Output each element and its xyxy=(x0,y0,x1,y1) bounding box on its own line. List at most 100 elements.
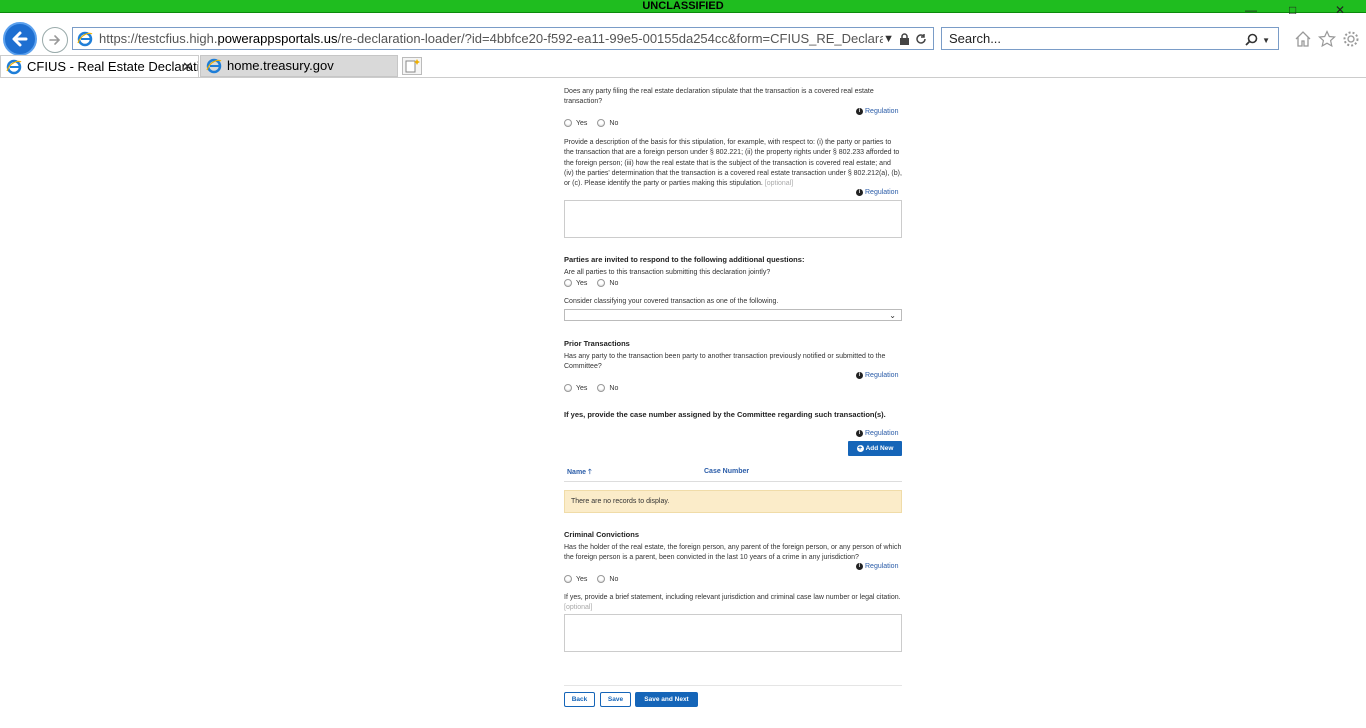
radio-yes[interactable] xyxy=(564,575,572,583)
regulation-link[interactable]: i Regulation xyxy=(856,108,898,115)
info-icon: i xyxy=(856,430,863,437)
url-text[interactable]: https://testcfius.high.powerappsportals.… xyxy=(99,31,883,46)
classification-select[interactable]: ⌄ xyxy=(564,309,902,321)
tab-label: home.treasury.gov xyxy=(227,58,334,73)
prior-transactions-heading: Prior Transactions xyxy=(564,339,630,348)
radio-yes[interactable] xyxy=(564,119,572,127)
radio-no[interactable] xyxy=(597,575,606,583)
radio-yes-label: Yes xyxy=(576,119,588,127)
ie-icon xyxy=(6,59,22,74)
info-icon: i xyxy=(856,563,863,570)
question-jointly: Are all parties to this transaction subm… xyxy=(564,269,771,276)
question-criminal: Has the holder of the real estate, the f… xyxy=(564,544,902,562)
criminal-convictions-heading: Criminal Convictions xyxy=(564,530,640,539)
search-dropdown-icon[interactable]: ▼ xyxy=(1262,36,1270,45)
radio-no-label: No xyxy=(609,119,619,127)
radio-no-label: No xyxy=(609,575,619,583)
table-header-divider xyxy=(564,481,902,482)
search-placeholder: Search... xyxy=(949,31,1002,46)
radio-no-label: No xyxy=(609,279,619,287)
radio-no[interactable] xyxy=(597,279,606,287)
question-criminal-statement: If yes, provide a brief statement, inclu… xyxy=(564,593,902,614)
ie-icon xyxy=(206,58,222,74)
favorites-star-icon[interactable] xyxy=(1318,30,1336,48)
radio-group-stipulation: Yes No xyxy=(564,119,628,127)
arrow-right-icon xyxy=(49,35,61,45)
save-button[interactable]: Save xyxy=(600,692,631,707)
regulation-link[interactable]: i Regulation xyxy=(856,430,898,437)
info-icon: i xyxy=(856,189,863,196)
radio-yes[interactable] xyxy=(564,279,572,287)
footer-divider xyxy=(564,685,902,686)
regulation-link[interactable]: i Regulation xyxy=(856,189,898,196)
column-header-case[interactable]: Case Number xyxy=(704,468,749,475)
radio-no[interactable] xyxy=(597,119,606,127)
forward-button[interactable] xyxy=(42,27,68,53)
tab-treasury[interactable]: home.treasury.gov xyxy=(200,55,398,77)
add-new-button[interactable]: + Add New xyxy=(848,441,902,456)
question-prior: Has any party to the transaction been pa… xyxy=(564,353,886,371)
radio-yes-label: Yes xyxy=(576,575,588,583)
regulation-label: Regulation xyxy=(865,372,899,379)
radio-group-jointly: Yes No xyxy=(564,279,628,287)
additional-questions-heading: Parties are invited to respond to the fo… xyxy=(564,255,805,264)
new-tab-icon xyxy=(405,59,420,73)
tab-divider xyxy=(0,77,1366,78)
search-input[interactable]: Search... ▼ xyxy=(941,27,1279,50)
lock-icon[interactable] xyxy=(899,32,910,45)
tab-cfius[interactable]: CFIUS - Real Estate Declarati... ✕ xyxy=(0,55,199,77)
radio-yes-label: Yes xyxy=(576,279,588,287)
case-number-heading: If yes, provide the case number assigned… xyxy=(564,410,886,419)
tab-close-icon[interactable]: ✕ xyxy=(182,56,193,77)
back-form-button[interactable]: Back xyxy=(564,692,595,707)
plus-circle-icon: + xyxy=(856,445,864,452)
ie-icon xyxy=(77,31,93,46)
tab-bar: CFIUS - Real Estate Declarati... ✕ home.… xyxy=(0,55,1366,77)
browser-toolbar: https://testcfius.high.powerappsportals.… xyxy=(0,14,1366,56)
classification-banner: UNCLASSIFIED xyxy=(0,0,1366,13)
regulation-label: Regulation xyxy=(865,563,899,570)
tab-label: CFIUS - Real Estate Declarati... xyxy=(27,58,199,74)
home-icon[interactable] xyxy=(1294,30,1312,48)
question-stipulation: Does any party filing the real estate de… xyxy=(564,88,874,106)
back-button[interactable] xyxy=(3,22,37,56)
arrow-left-icon xyxy=(12,31,28,47)
refresh-icon[interactable] xyxy=(915,33,927,45)
optional-tag: [optional] xyxy=(764,180,794,188)
optional-tag: [optional] xyxy=(564,604,593,612)
address-bar[interactable]: https://testcfius.high.powerappsportals.… xyxy=(72,27,934,50)
radio-yes[interactable] xyxy=(564,384,572,392)
no-records-message: There are no records to display. xyxy=(564,490,902,513)
regulation-link[interactable]: i Regulation xyxy=(856,563,898,570)
radio-no[interactable] xyxy=(597,384,606,392)
search-icon[interactable] xyxy=(1245,33,1258,46)
url-prefix: https://testcfius.high. xyxy=(99,31,218,46)
regulation-label: Regulation xyxy=(865,189,899,196)
question-description-text: Provide a description of the basis for t… xyxy=(564,139,902,188)
radio-group-prior: Yes No xyxy=(564,384,628,392)
regulation-label: Regulation xyxy=(865,108,899,115)
chevron-down-icon: ⌄ xyxy=(889,311,896,320)
save-and-next-button[interactable]: Save and Next xyxy=(635,692,698,707)
info-icon: i xyxy=(856,108,863,115)
question-description: Provide a description of the basis for t… xyxy=(564,138,902,189)
url-rest: /re-declaration-loader/?id=4bbfce20-f592… xyxy=(337,31,883,46)
url-domain: powerappsportals.us xyxy=(217,31,338,46)
new-tab-button[interactable] xyxy=(402,57,422,75)
radio-no-label: No xyxy=(609,384,619,392)
column-name-label: Name xyxy=(567,469,587,476)
column-header-name[interactable]: Name 🡑 xyxy=(567,468,592,479)
radio-group-criminal: Yes No xyxy=(564,575,628,583)
description-textarea[interactable] xyxy=(564,200,902,238)
dropdown-icon[interactable]: ▼ xyxy=(883,33,894,45)
criminal-statement-textarea[interactable] xyxy=(564,614,902,652)
sort-up-icon: 🡑 xyxy=(588,469,592,476)
regulation-label: Regulation xyxy=(865,430,899,437)
gear-icon[interactable] xyxy=(1342,30,1360,48)
info-icon: i xyxy=(856,372,863,379)
radio-yes-label: Yes xyxy=(576,384,588,392)
regulation-link[interactable]: i Regulation xyxy=(856,372,898,379)
question-classify: Consider classifying your covered transa… xyxy=(564,298,779,305)
add-new-label: Add New xyxy=(865,445,894,452)
question-criminal-statement-text: If yes, provide a brief statement, inclu… xyxy=(564,594,901,601)
